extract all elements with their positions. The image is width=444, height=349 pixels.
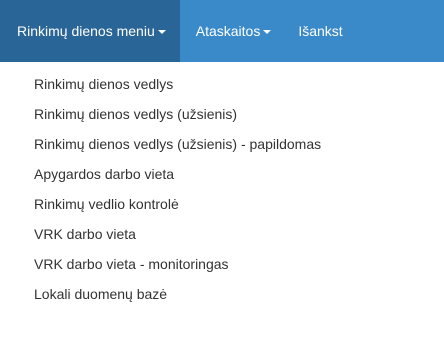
dropdown-item-lokali-duomenu-baze[interactable]: Lokali duomenų bazė xyxy=(0,279,444,309)
nav-menu-rinkimu-dienos-meniu[interactable]: Rinkimų dienos meniu xyxy=(0,0,180,62)
nav-menu-label: Išankst xyxy=(298,23,343,39)
nav-menu-isankstinis[interactable]: Išankst xyxy=(284,0,342,62)
dropdown-item-apygardos-darbo-vieta[interactable]: Apygardos darbo vieta xyxy=(0,159,444,189)
dropdown-item-vrk-darbo-vieta-monitoringas[interactable]: VRK darbo vieta - monitoringas xyxy=(0,249,444,279)
dropdown-item-rinkimu-dienos-vedlys-uzsienis[interactable]: Rinkimų dienos vedlys (užsienis) xyxy=(0,99,444,129)
caret-down-icon xyxy=(157,30,166,34)
nav-menu-ataskaitos[interactable]: Ataskaitos xyxy=(180,0,285,62)
dropdown-item-rinkimu-vedlio-kontrole[interactable]: Rinkimų vedlio kontrolė xyxy=(0,189,444,219)
top-navbar: Rinkimų dienos meniu Ataskaitos Išankst xyxy=(0,0,444,62)
dropdown-menu: Rinkimų dienos vedlys Rinkimų dienos ved… xyxy=(0,62,444,349)
dropdown-item-vrk-darbo-vieta[interactable]: VRK darbo vieta xyxy=(0,219,444,249)
dropdown-item-rinkimu-dienos-vedlys[interactable]: Rinkimų dienos vedlys xyxy=(0,69,444,99)
nav-menu-label: Ataskaitos xyxy=(195,23,261,39)
caret-down-icon xyxy=(263,30,272,34)
nav-menu-label: Rinkimų dienos meniu xyxy=(17,23,155,39)
dropdown-item-rinkimu-dienos-vedlys-uzsienis-papildomas[interactable]: Rinkimų dienos vedlys (užsienis) - papil… xyxy=(0,129,444,159)
